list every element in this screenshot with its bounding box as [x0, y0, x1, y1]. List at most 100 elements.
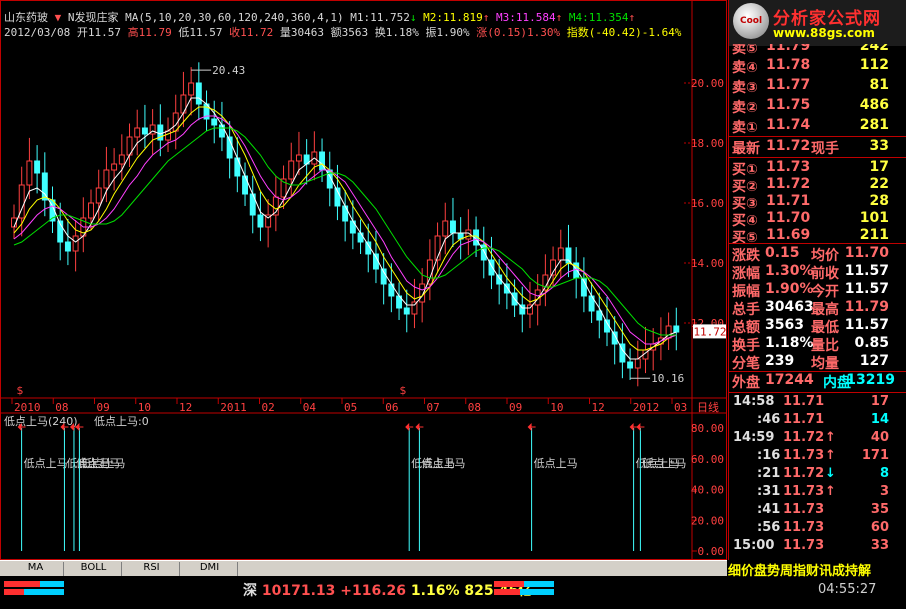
candle-body [342, 205, 349, 222]
candle-body [72, 235, 79, 252]
tick-time: :56 [757, 520, 781, 535]
stat-label: 量比 [811, 338, 839, 354]
candle-body [111, 163, 118, 171]
bid-price: 11.73 [766, 159, 811, 175]
stat-value: 1.18% [765, 335, 814, 351]
time-axis-label: 2010 [14, 401, 41, 414]
time-axis-end-label: 日线 [697, 400, 719, 414]
panel-switch-tabs[interactable]: 细价盘势周指财讯成持解 [728, 560, 871, 579]
m1-arrow-icon: ↓ [409, 11, 417, 24]
price-tick-label: 16.00 [691, 197, 724, 210]
high-annotation: 20.43 [212, 64, 245, 77]
bid-volume: 28 [869, 193, 889, 209]
ask-price: 11.77 [766, 77, 811, 93]
time-axis-label: 06 [385, 401, 398, 414]
time-axis-label: 08 [468, 401, 481, 414]
tick-volume: 33 [870, 538, 889, 553]
chart-area[interactable]: 20.00 18.00 16.00 14.00 12.00 20.43 10.16 11.72… [0, 0, 727, 560]
indicator-tick-label: 20.00 [691, 514, 724, 527]
tick-time: :46 [757, 412, 781, 427]
candle-body [134, 127, 141, 138]
stat-label: 振幅 [732, 284, 760, 300]
logo-badge: Cool [733, 3, 769, 39]
stats-row: 涨跌 0.15 均价 11.70 [729, 245, 906, 265]
stat-value: 0.85 [854, 335, 889, 351]
tick-time: :16 [757, 448, 781, 463]
bid-price: 11.69 [766, 227, 811, 243]
tick-volume: 171 [861, 448, 889, 463]
ask-label: 卖② [732, 100, 758, 116]
ask-row[interactable]: 卖③ 11.77 81 [729, 77, 906, 97]
time-axis-label: 2012 [633, 401, 660, 414]
time-axis-label: 10 [550, 401, 563, 414]
index-ticker[interactable]: 深 10171.13 +116.26 1.16% 825.46亿 [243, 580, 532, 600]
tab-dmi[interactable]: DMI [182, 562, 238, 576]
bid-row[interactable]: 买④ 11.70 101 [729, 210, 906, 229]
tick-time: :21 [757, 466, 781, 481]
time-axis-label: 2011 [220, 401, 247, 414]
stat-value: 3563 [765, 317, 804, 333]
bid-row[interactable]: 买② 11.72 22 [729, 176, 906, 195]
tick-volume: 40 [870, 430, 889, 445]
bid-row[interactable]: 买⑤ 11.69 211 [729, 227, 906, 246]
signal-arrow-icon [629, 423, 634, 431]
divider [729, 392, 906, 393]
m3-value: M3:11.584 [496, 11, 556, 24]
signal-arrow-icon [527, 423, 532, 431]
candle-body [188, 82, 195, 96]
chart-header-line-2: 2012/03/08 开11.57 高11.79 低11.57 收11.72 量… [4, 24, 681, 40]
ask-row[interactable]: 卖① 11.74 281 [729, 117, 906, 137]
bid-row[interactable]: 买① 11.73 17 [729, 159, 906, 178]
candle-body [103, 169, 110, 189]
ask-row[interactable]: 卖② 11.75 486 [729, 97, 906, 117]
tick-volume: 8 [879, 466, 889, 481]
stat-value: 11.57 [844, 263, 889, 279]
bid-price: 11.71 [766, 193, 811, 209]
stat-value: 0.15 [765, 245, 800, 261]
time-axis-label: 05 [344, 401, 357, 414]
stat-value: 239 [765, 353, 795, 369]
stat-label: 分笔 [732, 356, 760, 372]
divider [729, 243, 906, 244]
ask-row[interactable]: 卖④ 11.78 112 [729, 57, 906, 77]
stat-label: 均价 [811, 248, 839, 264]
tab-ma[interactable]: MA [8, 562, 64, 576]
tab-rsi[interactable]: RSI [124, 562, 180, 576]
tick-row: :56 11.73 60 [729, 520, 906, 539]
tick-row: :16 11.73 ↑ 171 [729, 448, 906, 467]
candle-body [357, 232, 364, 243]
tab-boll[interactable]: BOLL [66, 562, 122, 576]
stat-value: 30463 [765, 299, 814, 315]
dividend-marker-icon: $ [400, 384, 407, 397]
bar-amount: 额3563 [330, 26, 369, 39]
candle-body [288, 160, 295, 180]
stats-row: 涨幅 1.30% 前收 11.57 [729, 263, 906, 283]
indicator-value: 低点上马:0 [94, 415, 149, 428]
hand-value: 33 [869, 138, 889, 154]
price-tick-label: 14.00 [691, 257, 724, 270]
bid-volume: 22 [869, 176, 889, 192]
indicator-name[interactable]: N发现庄家 [68, 11, 119, 24]
tick-row: :21 11.72 ↓ 8 [729, 466, 906, 485]
current-price-label: 11.72 [693, 325, 726, 338]
stat-label: 最高 [811, 302, 839, 318]
ask-row-5[interactable]: 卖⑤ 11.79 242 [729, 44, 906, 56]
stock-name[interactable]: 山东药玻 [4, 11, 48, 24]
stats-row: 分笔 239 均量 127 [729, 353, 906, 373]
bid-volume: 101 [859, 210, 889, 226]
indicator-tabs: MA BOLL RSI DMI [0, 560, 727, 576]
time-axis-label: 12 [179, 401, 192, 414]
m3-arrow-icon: ↑ [555, 11, 563, 24]
bid-row[interactable]: 买③ 11.71 28 [729, 193, 906, 212]
ask-price: 11.74 [766, 117, 811, 133]
down-arrow-icon: ↓ [825, 466, 836, 481]
tick-row: :41 11.73 35 [729, 502, 906, 521]
candle-body [165, 130, 171, 141]
tick-row: :31 11.73 ↑ 3 [729, 484, 906, 503]
indicator-title: 低点上马(240) [4, 415, 78, 428]
ticker-change: +116.26 [340, 583, 407, 599]
ask-label: 卖① [732, 120, 758, 136]
kline-chart[interactable]: 20.0018.0016.0014.0012.0020.4310.1611.72… [0, 0, 727, 560]
chart-frame [0, 0, 727, 560]
tick-time: :41 [757, 502, 781, 517]
